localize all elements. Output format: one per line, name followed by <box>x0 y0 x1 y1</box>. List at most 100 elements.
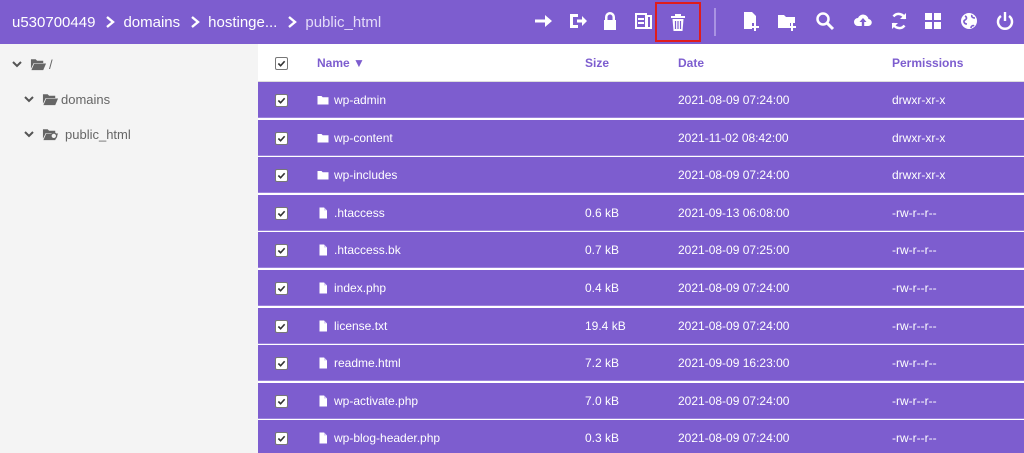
upload-icon <box>854 14 872 28</box>
row-checkbox[interactable] <box>275 270 288 306</box>
file-name: readme.html <box>334 356 401 370</box>
row-checkbox[interactable] <box>275 82 288 118</box>
column-header-permissions[interactable]: Permissions <box>892 44 963 82</box>
file-permissions: -rw-r--r-- <box>892 281 937 295</box>
column-header-date[interactable]: Date <box>678 44 704 82</box>
globe-icon <box>961 13 977 29</box>
file-icon <box>317 395 329 407</box>
file-row[interactable]: wp-blog-header.php 0.3 kB 2021-08-09 07:24… <box>258 420 1024 453</box>
file-icon <box>317 432 329 444</box>
file-row[interactable]: index.php 0.4 kB 2021-08-09 07:24:00 -rw-r-… <box>258 270 1024 306</box>
file-name-cell[interactable]: .htaccess <box>317 195 385 231</box>
file-permissions: drwxr-xr-x <box>892 131 946 145</box>
column-header-name[interactable]: Name ▼ <box>317 44 365 82</box>
delete-button[interactable] <box>655 2 701 42</box>
tree-item-label: public_html <box>65 126 131 142</box>
toolbar <box>0 0 1024 44</box>
lock-icon <box>604 12 616 30</box>
row-checkbox[interactable] <box>275 120 288 156</box>
file-permissions: -rw-r--r-- <box>892 431 937 445</box>
grid-view-button[interactable] <box>918 6 948 36</box>
file-name: wp-content <box>334 131 393 145</box>
row-checkbox[interactable] <box>275 232 288 268</box>
file-name-cell[interactable]: wp-includes <box>317 157 397 193</box>
file-name-cell[interactable]: readme.html <box>317 345 401 381</box>
select-all-checkbox[interactable] <box>275 44 288 82</box>
move-button[interactable] <box>563 6 593 36</box>
file-permissions: -rw-r--r-- <box>892 206 937 220</box>
column-header-size[interactable]: Size <box>585 44 609 82</box>
file-row[interactable]: .htaccess 0.6 kB 2021-09-13 06:08:00 -rw-r-… <box>258 195 1024 231</box>
new-file-icon <box>744 12 759 31</box>
file-date: 2021-08-09 07:24:00 <box>678 394 790 408</box>
file-name: .htaccess <box>334 206 385 220</box>
file-name: license.txt <box>334 319 388 333</box>
checkbox-checked-icon <box>275 431 288 445</box>
new-folder-icon <box>778 15 796 31</box>
new-file-button[interactable] <box>736 6 766 36</box>
archive-icon <box>635 13 652 29</box>
new-folder-button[interactable] <box>772 6 802 36</box>
file-row[interactable]: .htaccess.bk 0.7 kB 2021-08-09 07:25:00 -rw… <box>258 232 1024 268</box>
folder-icon <box>317 169 329 181</box>
file-name-cell[interactable]: wp-activate.php <box>317 383 418 419</box>
checkbox-checked-icon <box>275 131 288 145</box>
checkbox-checked-icon <box>275 168 288 182</box>
open-website-button[interactable] <box>954 6 984 36</box>
file-date: 2021-08-09 07:24:00 <box>678 93 790 107</box>
row-checkbox[interactable] <box>275 383 288 419</box>
file-name-cell[interactable]: .htaccess.bk <box>317 232 401 268</box>
file-permissions: drwxr-xr-x <box>892 168 946 182</box>
file-row[interactable]: wp-content 2021-11-02 08:42:00 drwxr-xr-x <box>258 120 1024 156</box>
grid-icon <box>925 13 941 29</box>
chevron-down-icon <box>12 61 22 68</box>
arrow-right-icon <box>535 15 552 27</box>
file-name: wp-admin <box>334 93 387 107</box>
file-name-cell[interactable]: index.php <box>317 270 386 306</box>
folder-open-icon <box>42 94 59 106</box>
file-date: 2021-09-13 06:08:00 <box>678 206 790 220</box>
file-permissions: drwxr-xr-x <box>892 93 946 107</box>
file-row[interactable]: license.txt 19.4 kB 2021-08-09 07:24:00 -rw… <box>258 308 1024 344</box>
file-size: 7.2 kB <box>585 356 620 370</box>
file-row[interactable]: wp-includes 2021-08-09 07:24:00 drwxr-xr-x <box>258 157 1024 193</box>
file-name-cell[interactable]: wp-admin <box>317 82 386 118</box>
permissions-button[interactable] <box>595 6 625 36</box>
refresh-button[interactable] <box>884 6 914 36</box>
checkbox-checked-icon <box>275 93 288 107</box>
search-button[interactable] <box>810 6 840 36</box>
go-button[interactable] <box>528 6 558 36</box>
file-icon <box>317 244 329 256</box>
folder-tree: / domains public_html <box>0 44 258 453</box>
checkbox-checked-icon <box>275 281 288 295</box>
row-checkbox[interactable] <box>275 345 288 381</box>
file-name-cell[interactable]: license.txt <box>317 308 387 344</box>
row-checkbox[interactable] <box>275 157 288 193</box>
trash-icon <box>671 14 685 31</box>
file-name-cell[interactable]: wp-content <box>317 120 393 156</box>
row-checkbox[interactable] <box>275 420 288 453</box>
checkbox-checked-icon <box>275 243 288 257</box>
file-date: 2021-08-09 07:24:00 <box>678 168 790 182</box>
file-icon <box>317 320 329 332</box>
file-size: 0.3 kB <box>585 431 620 445</box>
row-checkbox[interactable] <box>275 308 288 344</box>
tree-item-root[interactable]: / <box>12 54 53 74</box>
file-size: 0.6 kB <box>585 206 620 220</box>
file-name: .htaccess.bk <box>334 243 401 257</box>
file-row[interactable]: readme.html 7.2 kB 2021-09-09 16:23:00 -rw-… <box>258 345 1024 381</box>
file-name: wp-includes <box>334 168 398 182</box>
row-checkbox[interactable] <box>275 195 288 231</box>
file-name-cell[interactable]: wp-blog-header.php <box>317 420 440 453</box>
file-date: 2021-08-09 07:24:00 <box>678 431 790 445</box>
tree-item-public-html[interactable]: public_html <box>24 124 131 144</box>
tree-item-domains[interactable]: domains <box>24 89 110 109</box>
archive-button[interactable] <box>628 6 658 36</box>
upload-button[interactable] <box>848 6 878 36</box>
folder-icon <box>317 132 329 144</box>
logout-button[interactable] <box>990 6 1020 36</box>
file-name: wp-blog-header.php <box>334 431 441 445</box>
top-bar: u530700449 domains hostinge... public_ht… <box>0 0 1024 44</box>
file-row[interactable]: wp-admin 2021-08-09 07:24:00 drwxr-xr-x <box>258 82 1024 118</box>
file-row[interactable]: wp-activate.php 7.0 kB 2021-08-09 07:24:00… <box>258 383 1024 419</box>
